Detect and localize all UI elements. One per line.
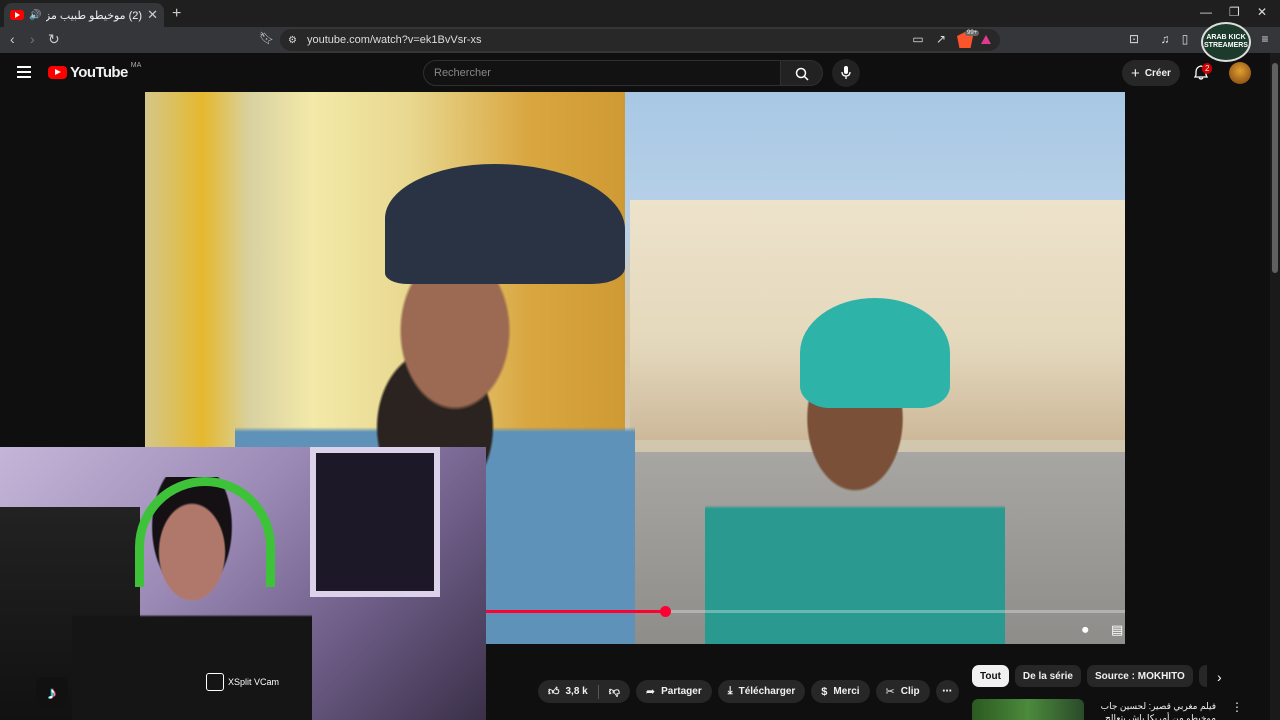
new-tab-button[interactable]: +: [172, 5, 181, 23]
forward-icon[interactable]: ›: [30, 31, 35, 47]
tab-title: (2) موخيطو طبيب مزور .. ولكن: [46, 9, 143, 22]
rewards-icon[interactable]: [981, 35, 991, 44]
like-dislike-group: 👍︎ 3,8 k 👎︎: [538, 680, 630, 703]
media-icon[interactable]: ♫: [1158, 32, 1172, 46]
bookmark-icon[interactable]: 🔖︎: [259, 31, 274, 45]
video-actions: 👍︎ 3,8 k 👎︎ ➦ Partager ⤓ Télécharger $ M…: [538, 680, 959, 703]
notification-badge: 2: [1202, 63, 1213, 74]
chip-source[interactable]: Source : MOKHITO: [1086, 665, 1193, 687]
search-icon: [795, 67, 809, 81]
thanks-label: Merci: [833, 686, 860, 697]
restore-button[interactable]: ❐: [1229, 5, 1240, 19]
browser-menu-icon[interactable]: ≡: [1258, 32, 1272, 46]
more-icon: ⋯: [942, 686, 953, 697]
share-page-icon[interactable]: ↗: [934, 32, 948, 46]
share-button[interactable]: ➦ Partager: [635, 680, 712, 703]
like-count[interactable]: 3,8 k: [566, 686, 588, 697]
download-label: Télécharger: [738, 686, 796, 697]
recommendation-thumbnail[interactable]: [972, 699, 1084, 720]
xsplit-watermark: XSplit VCam: [206, 673, 279, 691]
subtitles-icon[interactable]: ▤: [1111, 622, 1123, 638]
youtube-logo[interactable]: YouTube MA: [48, 62, 142, 81]
scrollbar-thumb[interactable]: [1272, 63, 1278, 273]
create-button[interactable]: + Créer: [1122, 60, 1180, 86]
webcam-window-frame: [310, 447, 440, 597]
back-icon[interactable]: ‹: [10, 31, 15, 47]
share-icon: ➦: [645, 686, 656, 698]
search-button[interactable]: [781, 60, 823, 86]
tiktok-icon: ♪: [36, 677, 68, 709]
voice-search-button[interactable]: [832, 59, 860, 87]
like-icon[interactable]: 👍︎: [548, 685, 560, 698]
close-window-button[interactable]: ✕: [1257, 5, 1267, 19]
browser-tab[interactable]: 🔊 (2) موخيطو طبيب مزور .. ولكن ✕: [4, 3, 164, 27]
recommendation-title[interactable]: فيلم مغربي قصير: لحسين جاب موخيطو من أمر…: [1090, 700, 1216, 720]
screenshot-icon[interactable]: ⊡: [1127, 32, 1141, 46]
brave-badge: 99+: [965, 30, 980, 36]
browser-tabbar: 🔊 (2) موخيطو طبيب مزور .. ولكن ✕ + — ❐ ✕: [0, 0, 1280, 27]
recommendation-more-icon[interactable]: ⋮: [1231, 700, 1243, 714]
country-code: MA: [130, 62, 142, 69]
search-input[interactable]: Rechercher: [423, 60, 781, 86]
dislike-icon[interactable]: 👎︎: [609, 685, 620, 698]
reload-icon[interactable]: ↻: [48, 31, 60, 48]
sidebar-icon[interactable]: ▯: [1178, 32, 1192, 46]
youtube-favicon-icon: [10, 10, 24, 20]
page-scrollbar[interactable]: [1270, 53, 1280, 720]
create-label: Créer: [1144, 67, 1171, 79]
microphone-icon: [841, 66, 851, 79]
webcam-overlay: ♪ XSplit VCam: [0, 447, 486, 720]
browser-toolbar: ‹ › ↻ 🔖︎ ⚙︎ youtube.com/watch?v=ek1BvVsr…: [0, 27, 1280, 53]
xsplit-label: XSplit VCam: [228, 677, 280, 687]
logo-text: YouTube: [70, 64, 128, 81]
thanks-icon: $: [821, 685, 828, 698]
clip-button[interactable]: ✂ Clip: [875, 680, 930, 703]
menu-icon[interactable]: [17, 66, 31, 78]
speaker-icon[interactable]: 🔊: [29, 10, 41, 21]
plus-icon: +: [1131, 64, 1140, 82]
clip-label: Clip: [900, 686, 920, 697]
autoplay-toggle-icon[interactable]: ⏺: [1082, 622, 1089, 638]
scissors-icon: ✂: [885, 686, 895, 698]
url-text: youtube.com/watch?v=ek1BvVsr-xs: [306, 34, 482, 46]
more-actions-button[interactable]: ⋯: [935, 680, 959, 703]
youtube-header: YouTube MA Rechercher + Créer 2: [0, 53, 1270, 92]
video-person-surgical-cap: [800, 298, 950, 408]
xsplit-icon: [206, 673, 224, 691]
tab-close-icon[interactable]: ✕: [147, 7, 158, 23]
site-info-icon[interactable]: ⚙︎: [288, 35, 297, 46]
streamer-logo-overlay: ARAB KICK STREAMERS: [1201, 22, 1251, 62]
chip-series[interactable]: De la série: [1014, 665, 1081, 687]
address-bar[interactable]: ⚙︎ youtube.com/watch?v=ek1BvVsr-xs: [280, 29, 1000, 51]
youtube-logo-icon: [48, 66, 67, 79]
download-icon: ⤓: [727, 685, 733, 697]
chip-all[interactable]: Tout: [972, 665, 1009, 687]
recommendation-chips: Tout De la série Source : MOKHITO Com: [972, 665, 1207, 687]
thanks-button[interactable]: $ Merci: [811, 680, 870, 703]
chip-more[interactable]: Com: [1198, 665, 1207, 687]
avatar[interactable]: [1229, 62, 1251, 84]
download-button[interactable]: ⤓ Télécharger: [717, 680, 806, 703]
cast-icon[interactable]: ▭: [911, 32, 925, 46]
minimize-button[interactable]: —: [1200, 5, 1212, 19]
share-label: Partager: [661, 686, 702, 697]
chips-next-chevron-icon[interactable]: ›: [1217, 669, 1222, 685]
like-divider: [597, 684, 599, 699]
